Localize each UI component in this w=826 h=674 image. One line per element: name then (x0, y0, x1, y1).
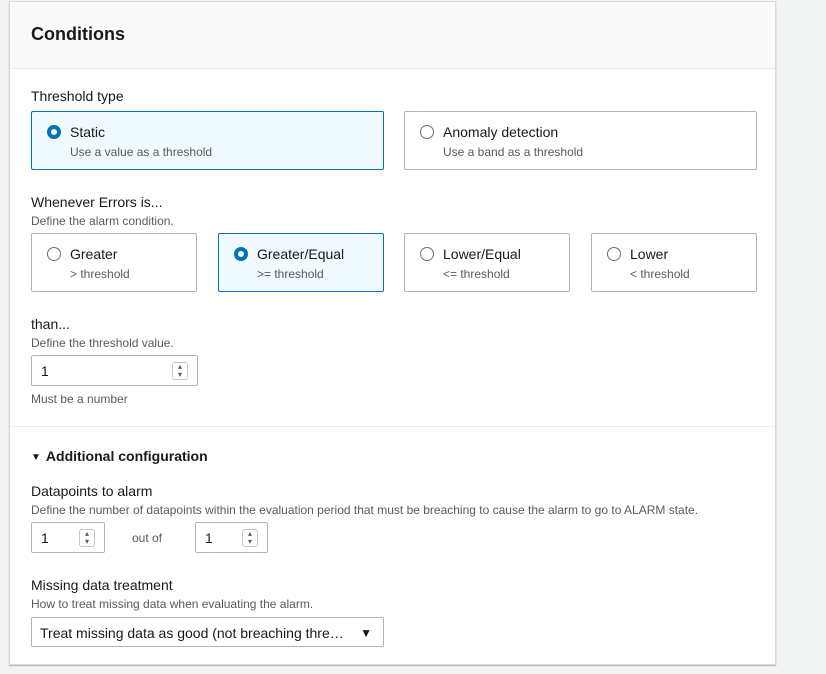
missing-data-select[interactable]: Treat missing data as good (not breachin… (31, 617, 384, 647)
missing-data-description: How to treat missing data when evaluatin… (31, 597, 314, 611)
datapoints-label: Datapoints to alarm (31, 483, 153, 499)
missing-data-selected: Treat missing data as good (not breachin… (40, 625, 344, 641)
option-label: Lower (630, 246, 669, 262)
radio-icon[interactable] (420, 125, 434, 139)
missing-data-label: Missing data treatment (31, 577, 173, 593)
condition-label: Whenever Errors is... (31, 194, 163, 210)
additional-configuration-toggle[interactable]: ▼ Additional configuration (31, 448, 208, 464)
threshold-type-label: Threshold type (31, 88, 124, 104)
option-description: Use a value as a threshold (70, 145, 213, 159)
threshold-value-label: than... (31, 316, 70, 332)
threshold-type-static[interactable]: Static Use a value as a threshold (31, 111, 384, 170)
radio-icon[interactable] (47, 247, 61, 261)
option-label: Greater (70, 246, 118, 262)
threshold-value-input[interactable]: 1 ▴ ▾ (31, 355, 198, 386)
datapoints-value: 1 (41, 530, 49, 546)
condition-lower[interactable]: Lower < threshold (591, 233, 757, 292)
threshold-type-anomaly-detection[interactable]: Anomaly detection Use a band as a thresh… (404, 111, 757, 170)
panel-header: Conditions (10, 2, 775, 69)
evaluation-periods-input[interactable]: 1 ▴ ▾ (195, 522, 268, 553)
option-description: > threshold (70, 267, 130, 281)
condition-description: Define the alarm condition. (31, 214, 174, 228)
option-label: Static (70, 124, 106, 140)
option-label: Lower/Equal (443, 246, 521, 262)
condition-greater-equal[interactable]: Greater/Equal >= threshold (218, 233, 384, 292)
condition-lower-equal[interactable]: Lower/Equal <= threshold (404, 233, 570, 292)
caret-down-icon: ▼ (360, 626, 372, 640)
threshold-value-description: Define the threshold value. (31, 336, 174, 350)
option-description: < threshold (630, 267, 690, 281)
stepper-icon[interactable]: ▴ ▾ (242, 529, 258, 547)
radio-icon[interactable] (420, 247, 434, 261)
threshold-value: 1 (41, 363, 49, 379)
radio-icon[interactable] (607, 247, 621, 261)
caret-down-icon: ▼ (31, 452, 41, 463)
conditions-panel: Conditions Threshold type Static Use a v… (9, 1, 776, 665)
evaluation-periods-value: 1 (205, 530, 213, 546)
stepper-icon[interactable]: ▴ ▾ (172, 362, 188, 380)
out-of-label: out of (132, 531, 163, 545)
datapoints-input[interactable]: 1 ▴ ▾ (31, 522, 105, 553)
panel-title: Conditions (31, 24, 125, 44)
option-label: Greater/Equal (257, 246, 345, 262)
stepper-icon[interactable]: ▴ ▾ (79, 529, 95, 547)
threshold-constraint: Must be a number (31, 392, 128, 406)
datapoints-description: Define the number of datapoints within t… (31, 503, 699, 517)
radio-selected-icon[interactable] (47, 125, 61, 139)
condition-greater[interactable]: Greater > threshold (31, 233, 197, 292)
additional-configuration-label: Additional configuration (45, 448, 208, 464)
option-description: <= threshold (443, 267, 510, 281)
divider (10, 426, 775, 427)
option-description: >= threshold (257, 267, 324, 281)
option-description: Use a band as a threshold (443, 145, 584, 159)
option-label: Anomaly detection (443, 124, 559, 140)
radio-selected-icon[interactable] (234, 247, 248, 261)
